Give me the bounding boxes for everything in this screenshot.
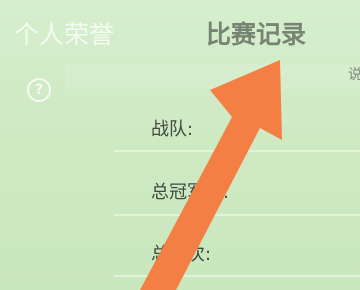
- pointer-arrow-icon: [140, 60, 282, 290]
